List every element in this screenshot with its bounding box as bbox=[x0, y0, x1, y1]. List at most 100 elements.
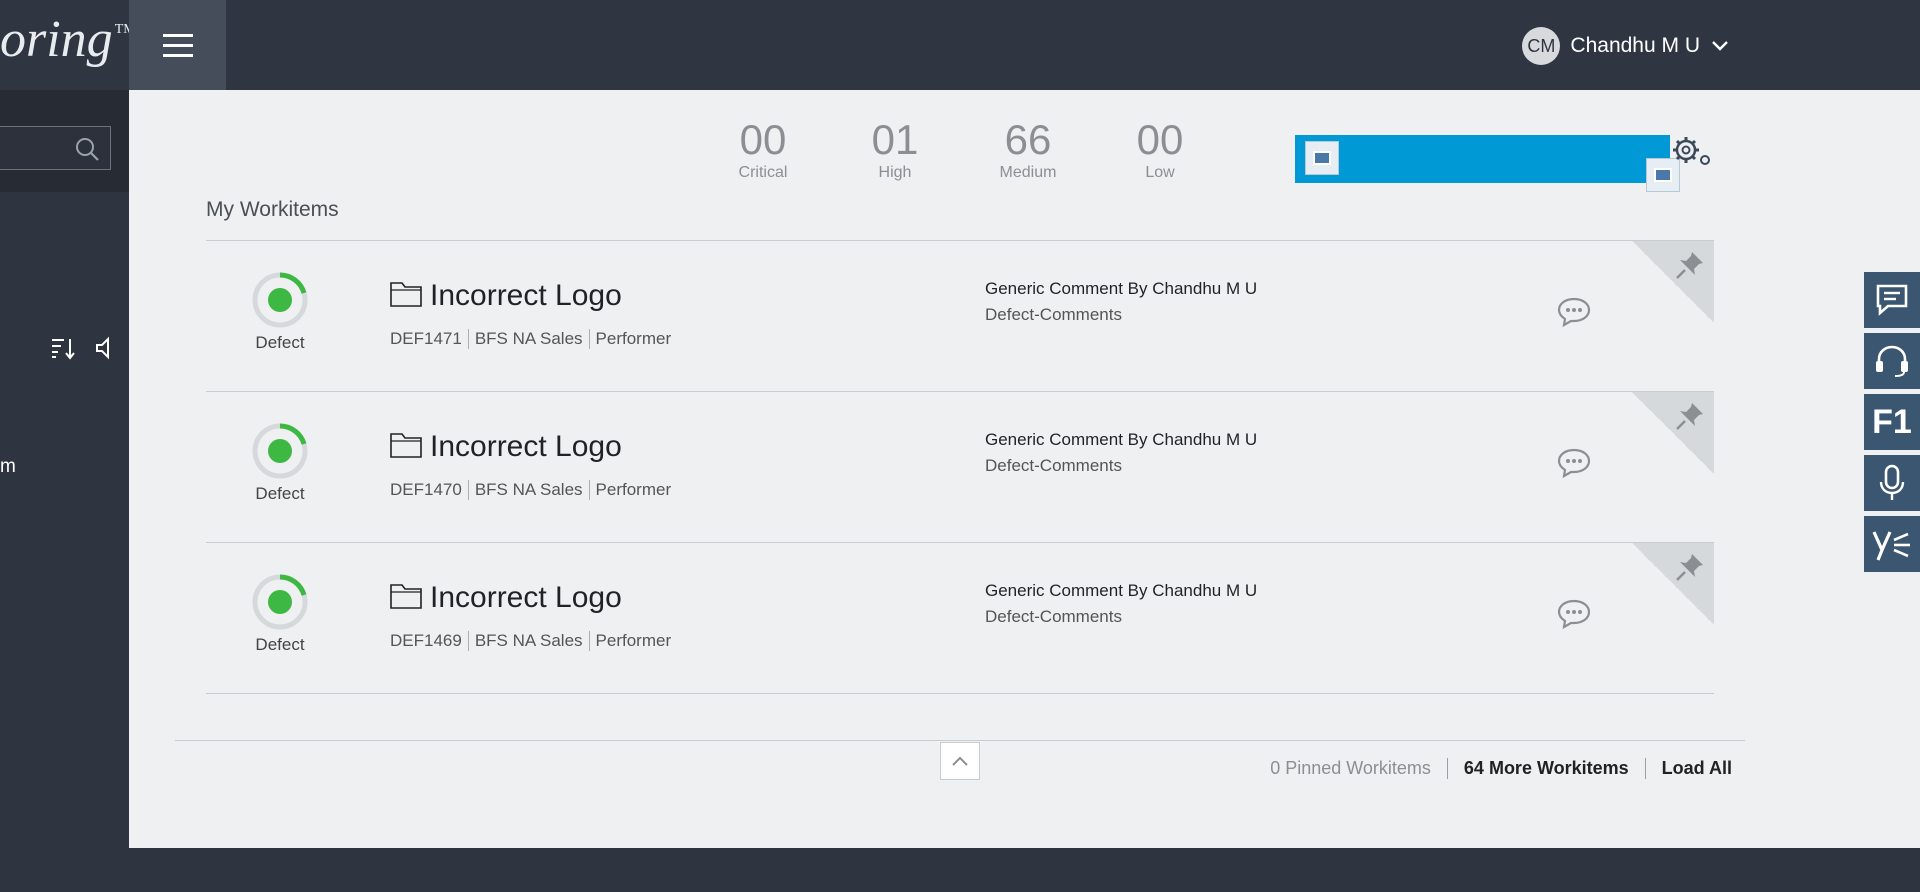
load-all-link[interactable]: Load All bbox=[1644, 758, 1732, 779]
pin-icon[interactable] bbox=[1674, 400, 1706, 432]
comment-category: Defect-Comments bbox=[985, 607, 1122, 626]
workitem-role: Performer bbox=[588, 480, 678, 500]
count-critical[interactable]: 00 Critical bbox=[708, 116, 818, 182]
progress-ring-icon bbox=[252, 423, 308, 479]
main-panel: 00 Critical 01 High 66 Medium 00 Low My … bbox=[129, 90, 1920, 848]
microphone-icon bbox=[1879, 464, 1905, 500]
chevron-down-icon[interactable] bbox=[1710, 39, 1730, 53]
pin-icon[interactable] bbox=[1674, 249, 1706, 281]
count-low[interactable]: 00 Low bbox=[1105, 116, 1215, 182]
support-tool-button[interactable] bbox=[1864, 333, 1920, 389]
sidebar-tools bbox=[50, 336, 112, 360]
progress-ring-icon bbox=[252, 272, 308, 328]
chat-tool-button[interactable] bbox=[1864, 272, 1920, 328]
footer-links: 0 Pinned Workitems 64 More Workitems Loa… bbox=[1254, 758, 1732, 779]
comment-author: Generic Comment By Chandhu M U bbox=[985, 430, 1258, 449]
workitem-title[interactable]: Incorrect Logo bbox=[430, 279, 622, 313]
user-menu[interactable]: CM Chandhu M U bbox=[1522, 27, 1730, 65]
sidebar-item-label[interactable]: m bbox=[0, 456, 16, 478]
count-label: High bbox=[878, 164, 912, 181]
comment-category: Defect-Comments bbox=[985, 456, 1122, 475]
workitem-role: Performer bbox=[588, 329, 678, 349]
status-indicator: Defect bbox=[246, 573, 314, 655]
workitem-meta: DEF1471 BFS NA Sales Performer bbox=[390, 329, 677, 349]
workitem-team: BFS NA Sales bbox=[467, 329, 589, 349]
workitem-meta: DEF1470 BFS NA Sales Performer bbox=[390, 480, 677, 500]
workitem-comment: Generic Comment By Chandhu M U Defect-Co… bbox=[985, 581, 1257, 627]
status-indicator: Defect bbox=[246, 271, 314, 353]
scroll-up-button[interactable] bbox=[940, 742, 980, 780]
pin-icon[interactable] bbox=[1674, 551, 1706, 583]
top-bar: oring TM CM Chandhu M U bbox=[0, 0, 1920, 90]
count-value: 66 bbox=[1004, 116, 1052, 163]
user-name: Chandhu M U bbox=[1570, 34, 1700, 57]
count-value: 00 bbox=[739, 116, 787, 163]
comment-author: Generic Comment By Chandhu M U bbox=[985, 581, 1258, 600]
gear-icon[interactable] bbox=[1669, 132, 1715, 177]
brand-text: oring bbox=[0, 11, 113, 68]
count-high[interactable]: 01 High bbox=[840, 116, 950, 182]
hamburger-icon-line bbox=[162, 53, 193, 57]
workitem-team: BFS NA Sales bbox=[467, 480, 589, 500]
count-label: Low bbox=[1145, 164, 1175, 181]
workitem-id: DEF1469 bbox=[390, 631, 462, 650]
right-toolbar: F1 bbox=[1864, 272, 1920, 577]
chevron-up-icon bbox=[952, 756, 968, 766]
status-indicator: Defect bbox=[246, 422, 314, 504]
workitem-team: BFS NA Sales bbox=[467, 631, 589, 651]
message-icon bbox=[1876, 284, 1908, 316]
workitem-type: Defect bbox=[255, 333, 305, 352]
hamburger-icon bbox=[162, 33, 193, 37]
folder-icon bbox=[390, 433, 422, 458]
comment-author: Generic Comment By Chandhu M U bbox=[985, 279, 1258, 298]
folder-icon bbox=[390, 584, 422, 609]
broken-image-icon bbox=[1305, 141, 1339, 175]
workitem-meta: DEF1469 BFS NA Sales Performer bbox=[390, 631, 677, 651]
brand-logo: oring TM bbox=[0, 10, 136, 69]
footer-divider bbox=[175, 740, 1745, 741]
workitem-id: DEF1471 bbox=[390, 329, 462, 348]
menu-toggle-button[interactable] bbox=[129, 0, 226, 90]
hamburger-icon-line bbox=[162, 43, 193, 47]
workitem-row[interactable]: Defect Incorrect Logo DEF1470 BFS NA Sal… bbox=[206, 392, 1714, 543]
workitem-id: DEF1470 bbox=[390, 480, 462, 499]
help-f1-button[interactable]: F1 bbox=[1864, 394, 1920, 450]
progress-ring-icon bbox=[252, 574, 308, 630]
workitem-role: Performer bbox=[588, 631, 678, 651]
sidebar-search-area bbox=[0, 90, 129, 192]
pinned-workitems-count: 0 Pinned Workitems bbox=[1270, 758, 1431, 778]
workitem-comment: Generic Comment By Chandhu M U Defect-Co… bbox=[985, 279, 1257, 325]
workitem-row[interactable]: Defect Incorrect Logo DEF1471 BFS NA Sal… bbox=[206, 241, 1714, 392]
voice-tool-button[interactable] bbox=[1864, 455, 1920, 511]
workitem-title[interactable]: Incorrect Logo bbox=[430, 581, 622, 615]
filter-bar[interactable] bbox=[1295, 135, 1670, 183]
chat-bubble-icon[interactable] bbox=[1556, 447, 1592, 479]
left-sidebar: m bbox=[0, 90, 129, 892]
sidebar-search-input[interactable] bbox=[0, 126, 111, 170]
count-medium[interactable]: 66 Medium bbox=[973, 116, 1083, 182]
comment-category: Defect-Comments bbox=[985, 305, 1122, 324]
more-workitems-link[interactable]: 64 More Workitems bbox=[1446, 758, 1645, 779]
speaker-icon[interactable] bbox=[94, 336, 112, 360]
workitem-type: Defect bbox=[255, 484, 305, 503]
count-value: 00 bbox=[1136, 116, 1184, 163]
chat-bubble-icon[interactable] bbox=[1556, 598, 1592, 630]
yammer-tool-button[interactable] bbox=[1864, 516, 1920, 572]
chat-bubble-icon[interactable] bbox=[1556, 296, 1592, 328]
f1-label: F1 bbox=[1872, 402, 1912, 441]
headset-icon bbox=[1876, 345, 1908, 377]
section-title: My Workitems bbox=[206, 198, 339, 221]
sort-icon[interactable] bbox=[50, 336, 76, 360]
search-icon[interactable] bbox=[74, 136, 100, 162]
workitem-row[interactable]: Defect Incorrect Logo DEF1469 BFS NA Sal… bbox=[206, 543, 1714, 694]
workitem-comment: Generic Comment By Chandhu M U Defect-Co… bbox=[985, 430, 1257, 476]
count-value: 01 bbox=[871, 116, 919, 163]
workitem-type: Defect bbox=[255, 635, 305, 654]
workitem-list: Defect Incorrect Logo DEF1471 BFS NA Sal… bbox=[206, 240, 1714, 694]
yammer-icon bbox=[1872, 531, 1910, 561]
folder-icon bbox=[390, 282, 422, 307]
workitem-title[interactable]: Incorrect Logo bbox=[430, 430, 622, 464]
avatar: CM bbox=[1522, 27, 1561, 65]
count-label: Critical bbox=[738, 164, 788, 181]
count-label: Medium bbox=[999, 164, 1057, 181]
